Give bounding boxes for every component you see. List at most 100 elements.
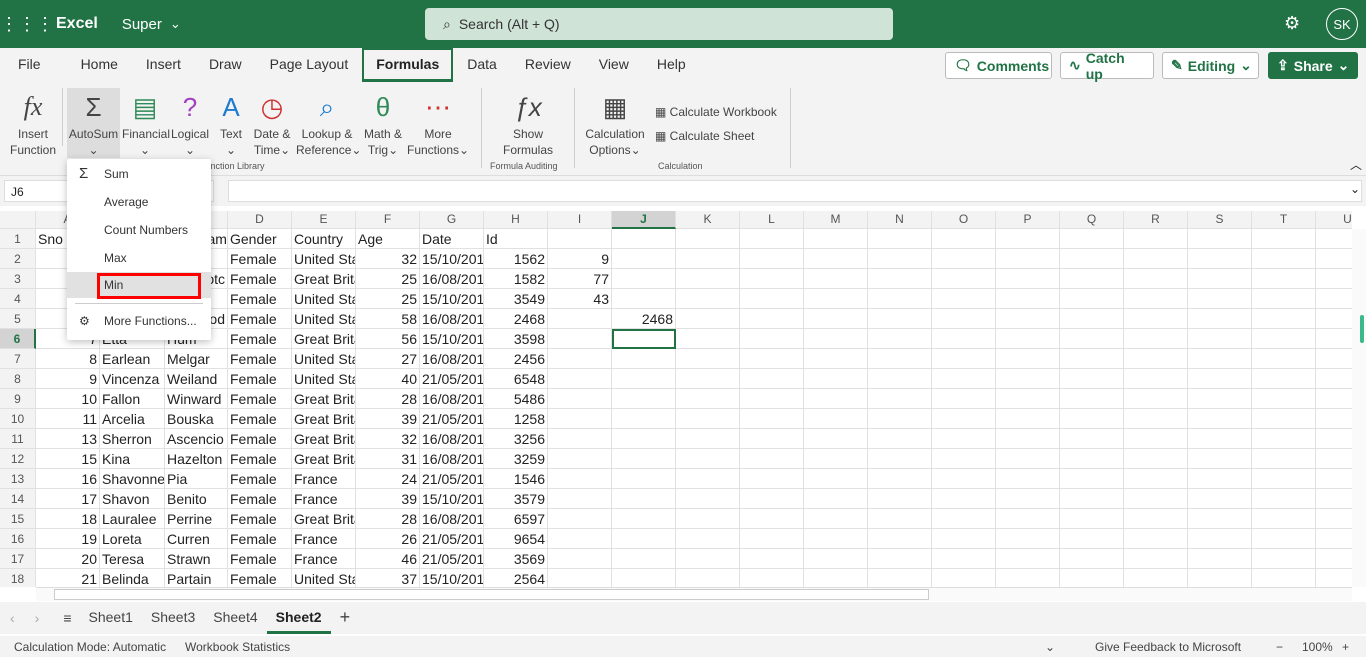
calculate-sheet-button[interactable]: ▦ Calculate Sheet [655, 129, 754, 143]
cell[interactable] [676, 529, 740, 549]
cell[interactable]: 17 [36, 489, 100, 509]
zoom-out-icon[interactable]: − [1276, 640, 1283, 654]
cell[interactable]: 19 [36, 529, 100, 549]
cell[interactable]: 31 [356, 449, 420, 469]
cell[interactable]: Female [228, 409, 292, 429]
cell[interactable] [548, 569, 612, 587]
column-header[interactable]: F [356, 211, 420, 229]
row-header[interactable]: 12 [0, 449, 36, 469]
sheet-tab-sheet4[interactable]: Sheet4 [204, 602, 266, 634]
cell[interactable]: Strawn [165, 549, 228, 569]
cell[interactable] [1252, 289, 1316, 309]
cell[interactable] [996, 229, 1060, 249]
cell[interactable]: 2468 [484, 309, 548, 329]
cell[interactable] [996, 369, 1060, 389]
column-header[interactable]: D [228, 211, 292, 229]
cell[interactable] [868, 229, 932, 249]
cell[interactable] [996, 449, 1060, 469]
horizontal-scrollbar[interactable] [36, 587, 1352, 601]
cell[interactable] [1252, 549, 1316, 569]
column-header[interactable]: I [548, 211, 612, 229]
cell[interactable]: Female [228, 289, 292, 309]
cell[interactable]: 1562 [484, 249, 548, 269]
cell[interactable]: Great Brita [292, 269, 356, 289]
cell[interactable] [1316, 389, 1352, 409]
cell[interactable] [1252, 349, 1316, 369]
cell[interactable]: 6597 [484, 509, 548, 529]
cell[interactable] [1316, 529, 1352, 549]
cell[interactable] [612, 289, 676, 309]
select-all-corner[interactable] [0, 211, 36, 229]
cell[interactable]: 16/08/2016 [420, 309, 484, 329]
cell[interactable]: France [292, 549, 356, 569]
cell[interactable] [740, 309, 804, 329]
cell[interactable]: United Sta [292, 369, 356, 389]
cell[interactable]: Sherron [100, 429, 165, 449]
cell[interactable]: 28 [356, 509, 420, 529]
cell[interactable] [1316, 309, 1352, 329]
row-header[interactable]: 13 [0, 469, 36, 489]
cell[interactable] [612, 449, 676, 469]
column-header[interactable]: Q [1060, 211, 1124, 229]
cell[interactable]: 16/08/2016 [420, 429, 484, 449]
cell[interactable] [612, 349, 676, 369]
row-header[interactable]: 15 [0, 509, 36, 529]
cell[interactable]: 16/08/2016 [420, 349, 484, 369]
lookup-reference-button[interactable]: ⌕ Lookup & Reference⌄ [296, 88, 361, 158]
cell[interactable] [1316, 249, 1352, 269]
cell[interactable] [612, 369, 676, 389]
search-input[interactable]: ⌕ Search (Alt + Q) [425, 8, 893, 40]
cell[interactable] [548, 369, 612, 389]
cell[interactable]: Date [420, 229, 484, 249]
cell[interactable] [996, 389, 1060, 409]
cell[interactable] [932, 569, 996, 587]
tab-page-layout[interactable]: Page Layout [256, 48, 363, 82]
cell[interactable] [548, 309, 612, 329]
cell[interactable] [996, 569, 1060, 587]
cell[interactable] [1060, 369, 1124, 389]
cell[interactable] [804, 389, 868, 409]
logical-button[interactable]: ? Logical ⌄ [170, 88, 210, 158]
cell[interactable] [804, 469, 868, 489]
cell[interactable]: Great Brita [292, 389, 356, 409]
collapse-ribbon-icon[interactable]: ︿ [1350, 156, 1362, 173]
cell[interactable]: 16 [36, 469, 100, 489]
app-launcher-icon[interactable]: ⋮⋮⋮ [0, 14, 54, 35]
cell[interactable] [868, 349, 932, 369]
cell[interactable]: 15/10/2017 [420, 249, 484, 269]
cell[interactable]: 25 [356, 269, 420, 289]
share-button[interactable]: ⇪ Share ⌄ [1268, 52, 1358, 79]
cell[interactable]: Great Brita [292, 329, 356, 349]
menu-item-max[interactable]: Max [67, 245, 211, 271]
row-header[interactable]: 6 [0, 329, 36, 349]
cell[interactable] [740, 349, 804, 369]
cell[interactable] [1252, 489, 1316, 509]
row-header[interactable]: 10 [0, 409, 36, 429]
cell[interactable] [612, 329, 676, 349]
cell[interactable] [932, 229, 996, 249]
cell[interactable] [868, 369, 932, 389]
cell[interactable] [548, 329, 612, 349]
cell[interactable] [804, 269, 868, 289]
cell[interactable]: 32 [356, 429, 420, 449]
cell[interactable] [996, 489, 1060, 509]
cell[interactable] [1188, 449, 1252, 469]
cell[interactable] [740, 389, 804, 409]
cell[interactable] [996, 469, 1060, 489]
cell[interactable]: 43 [548, 289, 612, 309]
cell[interactable] [932, 489, 996, 509]
cell[interactable] [1124, 269, 1188, 289]
cell[interactable] [804, 489, 868, 509]
cell[interactable] [996, 269, 1060, 289]
cell[interactable] [996, 409, 1060, 429]
cell[interactable] [548, 229, 612, 249]
column-header[interactable]: J [612, 211, 676, 229]
cell[interactable]: 3259 [484, 449, 548, 469]
cell[interactable] [868, 509, 932, 529]
cell[interactable]: Female [228, 309, 292, 329]
cell[interactable] [1316, 569, 1352, 587]
cell[interactable] [676, 429, 740, 449]
row-header[interactable]: 18 [0, 569, 36, 587]
cell[interactable] [1316, 549, 1352, 569]
cell[interactable] [1252, 309, 1316, 329]
